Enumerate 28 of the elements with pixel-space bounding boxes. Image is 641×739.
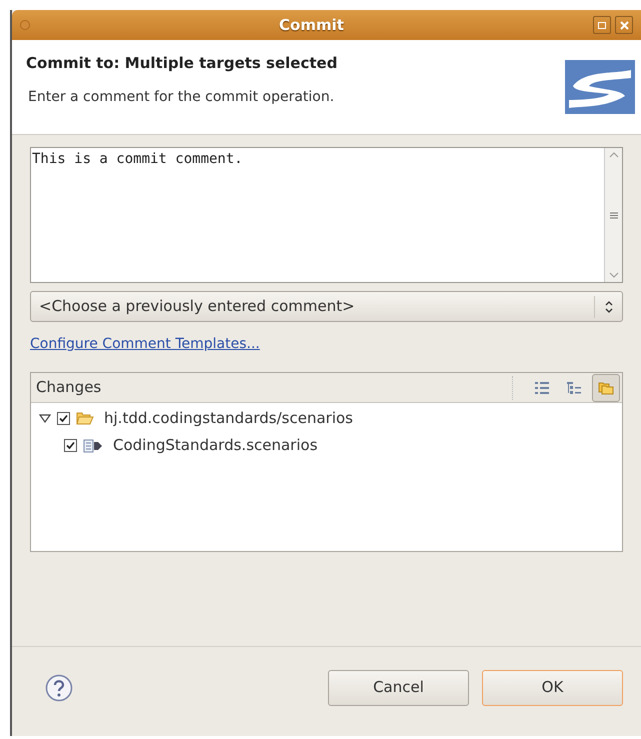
dialog-button[interactable]: OK [482, 670, 623, 706]
tree-item-label[interactable]: hj.tdd.codingstandards/scenarios [104, 407, 353, 430]
help-icon[interactable] [45, 674, 73, 702]
dialog-button[interactable]: Cancel [328, 670, 469, 706]
folders-icon [598, 380, 614, 395]
header-title: Commit to: Multiple targets selected [26, 53, 338, 74]
maximize-icon[interactable] [593, 16, 611, 34]
comment-field[interactable]: This is a commit comment. [30, 147, 623, 283]
view-mode-button[interactable] [592, 374, 620, 402]
scrollbar[interactable] [604, 148, 622, 282]
scroll-grip-icon [610, 212, 618, 218]
changes-title: Changes [36, 377, 102, 398]
close-icon[interactable] [615, 16, 633, 34]
tree-list-icon [567, 382, 581, 394]
configure-templates-link[interactable]: Configure Comment Templates... [30, 334, 260, 355]
folder-icon [76, 412, 94, 425]
window-title: Commit [278, 14, 345, 36]
checkbox[interactable] [64, 439, 77, 452]
comment-text: This is a commit comment. [31, 150, 244, 169]
file-arrow-icon [83, 438, 103, 452]
comment-history-dropdown[interactable]: <Choose a previously entered comment> [30, 291, 623, 322]
expanded-arrow-icon[interactable] [39, 414, 51, 424]
list-icon [535, 382, 549, 394]
up-down-caret-icon [604, 300, 614, 314]
tree-item-label[interactable]: CodingStandards.scenarios [113, 434, 318, 457]
header-message: Enter a comment for the commit operation. [27, 88, 336, 106]
logo-icon [565, 60, 635, 114]
checkbox[interactable] [57, 412, 70, 425]
